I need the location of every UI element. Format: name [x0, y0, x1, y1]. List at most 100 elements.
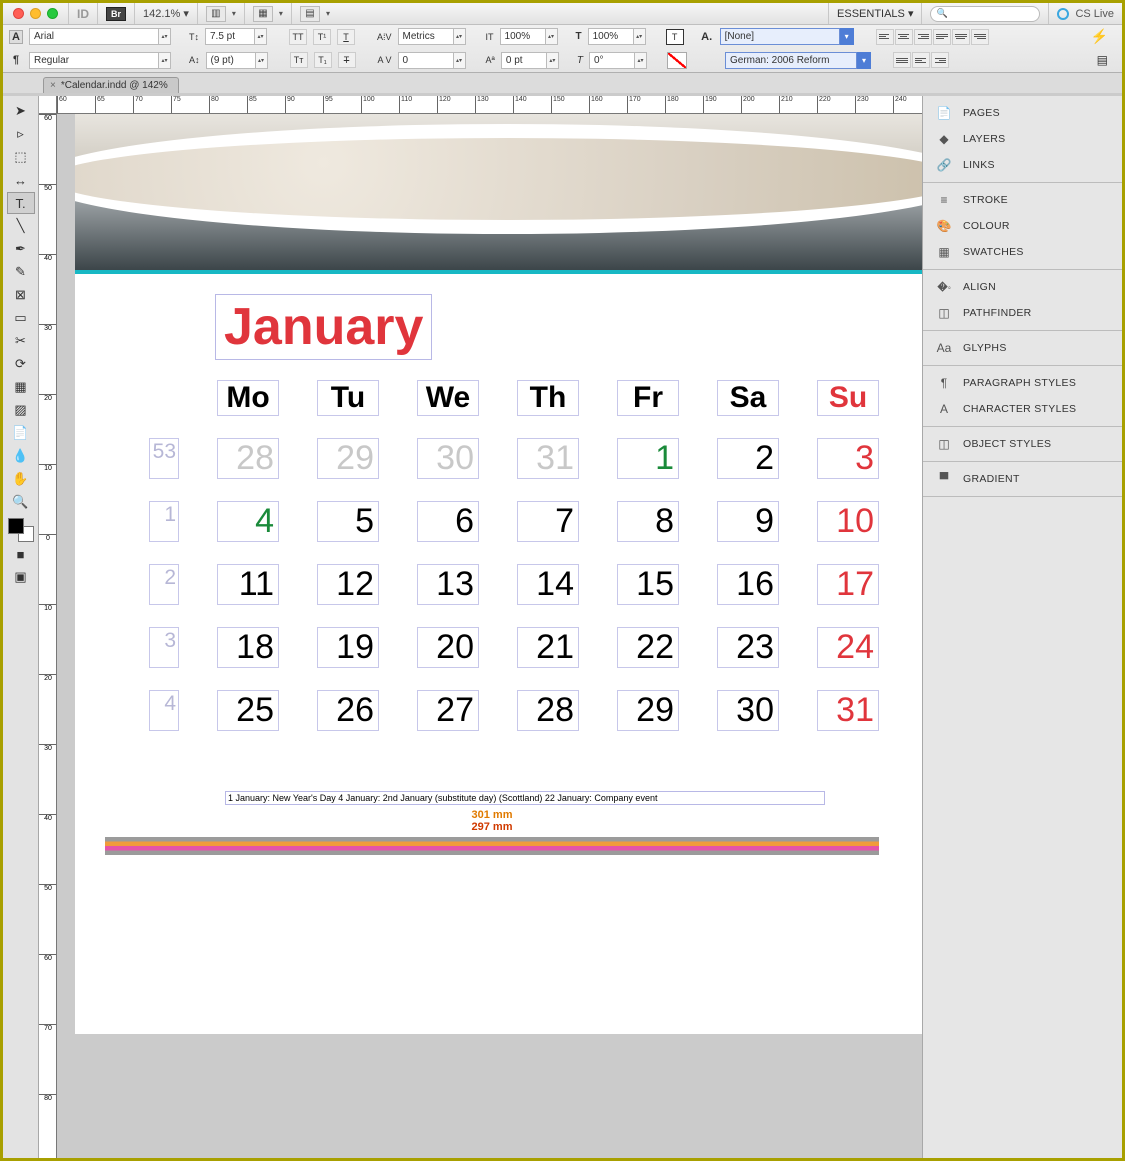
screen-mode-button[interactable]: ▥ — [206, 6, 226, 22]
calendar-day[interactable]: 5 — [317, 501, 379, 542]
calendar-day[interactable]: 19 — [317, 627, 379, 668]
align-left-button[interactable] — [876, 29, 894, 45]
gradient-swatch-tool[interactable]: ▦ — [7, 376, 35, 398]
calendar-day[interactable]: 7 — [517, 501, 579, 542]
events-text-frame[interactable]: 1 January: New Year's Day 4 January: 2nd… — [225, 791, 825, 805]
type-tool[interactable]: T. — [7, 192, 35, 214]
calendar-day[interactable]: 28 — [217, 438, 279, 479]
arrange-documents-button[interactable]: ▦ — [253, 6, 273, 22]
fill-swatch[interactable]: T — [666, 29, 684, 45]
vscale-input[interactable]: 100%▴▾ — [500, 28, 558, 45]
zoom-tool[interactable]: 🔍 — [7, 491, 35, 513]
underline-button[interactable]: T — [337, 29, 355, 45]
pen-tool[interactable]: ✒ — [7, 238, 35, 260]
panel-links[interactable]: 🔗LINKS — [923, 152, 1122, 178]
vertical-ruler[interactable]: 6050403020100102030405060708090100110120… — [39, 114, 57, 1158]
hscale-input[interactable]: 100%▴▾ — [588, 28, 646, 45]
bridge-button[interactable]: Br — [106, 7, 126, 21]
align-center-button[interactable] — [895, 29, 913, 45]
calendar-day[interactable]: 17 — [817, 564, 879, 605]
font-family-dropdown[interactable]: Arial▴▾ — [29, 28, 171, 45]
font-size-input[interactable]: 7.5 pt▴▾ — [205, 28, 267, 45]
gradient-feather-tool[interactable]: ▨ — [7, 399, 35, 421]
font-style-dropdown[interactable]: Regular▴▾ — [29, 52, 171, 69]
ruler-origin[interactable] — [39, 96, 57, 114]
calendar-day[interactable]: 16 — [717, 564, 779, 605]
fill-stroke-swatch[interactable] — [8, 518, 34, 542]
apply-color-button[interactable]: ■ — [7, 543, 35, 565]
calendar-day[interactable]: 24 — [817, 627, 879, 668]
calendar-day[interactable]: 18 — [217, 627, 279, 668]
pencil-tool[interactable]: ✎ — [7, 261, 35, 283]
calendar-day[interactable]: 27 — [417, 690, 479, 731]
note-tool[interactable]: 📄 — [7, 422, 35, 444]
direct-selection-tool[interactable]: ▹ — [7, 123, 35, 145]
calendar-day[interactable]: 23 — [717, 627, 779, 668]
calendar-day[interactable]: 6 — [417, 501, 479, 542]
calendar-day[interactable]: 31 — [517, 438, 579, 479]
rectangle-tool[interactable]: ▭ — [7, 307, 35, 329]
page-tool[interactable]: ⬚ — [7, 146, 35, 168]
skew-input[interactable]: 0°▴▾ — [589, 52, 647, 69]
language-dropdown[interactable]: German: 2006 Reform▾ — [725, 52, 871, 69]
panel-glyphs[interactable]: AaGLYPHS — [923, 335, 1122, 361]
panel-menu-icon[interactable]: ▤ — [1097, 53, 1116, 67]
justify-left-button[interactable] — [933, 29, 951, 45]
stroke-swatch[interactable] — [667, 52, 687, 69]
panel-character-styles[interactable]: ACHARACTER STYLES — [923, 396, 1122, 422]
horizontal-ruler[interactable]: 6065707580859095100110120130140150160170… — [57, 96, 922, 114]
allcaps-button[interactable]: TT — [289, 29, 307, 45]
calendar-day[interactable]: 4 — [217, 501, 279, 542]
baseline-input[interactable]: 0 pt▴▾ — [501, 52, 559, 69]
character-mode-toggle[interactable]: A — [9, 30, 23, 44]
paragraph-align-buttons[interactable] — [876, 29, 989, 45]
calendar-day[interactable]: 25 — [217, 690, 279, 731]
panel-paragraph-styles[interactable]: ¶PARAGRAPH STYLES — [923, 370, 1122, 396]
paragraph-mode-toggle[interactable]: ¶ — [9, 53, 23, 67]
calendar-day[interactable]: 30 — [717, 690, 779, 731]
hand-tool[interactable]: ✋ — [7, 468, 35, 490]
search-input[interactable] — [930, 6, 1040, 22]
calendar-day[interactable]: 21 — [517, 627, 579, 668]
panel-pages[interactable]: 📄PAGES — [923, 100, 1122, 126]
zoom-window-button[interactable] — [47, 8, 58, 19]
panel-colour[interactable]: 🎨COLOUR — [923, 213, 1122, 239]
view-mode-button[interactable]: ▣ — [7, 566, 35, 588]
cs-live-button[interactable]: CS Live — [1048, 3, 1122, 24]
view-options-button[interactable]: ▤ — [300, 6, 320, 22]
panel-pathfinder[interactable]: ◫PATHFINDER — [923, 300, 1122, 326]
calendar-day[interactable]: 30 — [417, 438, 479, 479]
calendar-day[interactable]: 9 — [717, 501, 779, 542]
align-towards-spine-button[interactable] — [912, 52, 930, 68]
calendar-day[interactable]: 22 — [617, 627, 679, 668]
panel-object-styles[interactable]: ◫OBJECT STYLES — [923, 431, 1122, 457]
smallcaps-button[interactable]: Tᴛ — [290, 52, 308, 68]
align-away-spine-button[interactable] — [931, 52, 949, 68]
superscript-button[interactable]: T¹ — [313, 29, 331, 45]
leading-input[interactable]: (9 pt)▴▾ — [206, 52, 268, 69]
calendar-day[interactable]: 28 — [517, 690, 579, 731]
month-title-frame[interactable]: January — [215, 294, 432, 360]
calendar-day[interactable]: 2 — [717, 438, 779, 479]
panel-stroke[interactable]: ≡STROKE — [923, 187, 1122, 213]
panel-align[interactable]: �ංALIGN — [923, 274, 1122, 300]
free-transform-tool[interactable]: ⟳ — [7, 353, 35, 375]
calendar-day[interactable]: 31 — [817, 690, 879, 731]
page-spread[interactable]: January MoTuWeThFrSaSu532829303112314567… — [75, 114, 922, 1034]
calendar-day[interactable]: 20 — [417, 627, 479, 668]
calendar-day[interactable]: 29 — [617, 690, 679, 731]
calendar-day[interactable]: 1 — [617, 438, 679, 479]
zoom-level-dropdown[interactable]: 142.1% ▾ — [143, 7, 189, 20]
strikethrough-button[interactable]: T — [338, 52, 356, 68]
panel-swatches[interactable]: ▦SWATCHES — [923, 239, 1122, 265]
calendar-day[interactable]: 10 — [817, 501, 879, 542]
calendar-day[interactable]: 15 — [617, 564, 679, 605]
calendar-day[interactable]: 14 — [517, 564, 579, 605]
gap-tool[interactable]: ↔ — [7, 169, 35, 191]
rectangle-frame-tool[interactable]: ⊠ — [7, 284, 35, 306]
calendar-day[interactable]: 12 — [317, 564, 379, 605]
panel-gradient[interactable]: ▀GRADIENT — [923, 466, 1122, 492]
justify-full-buttons[interactable] — [893, 52, 949, 68]
tracking-input[interactable]: 0▴▾ — [398, 52, 466, 69]
align-right-button[interactable] — [914, 29, 932, 45]
